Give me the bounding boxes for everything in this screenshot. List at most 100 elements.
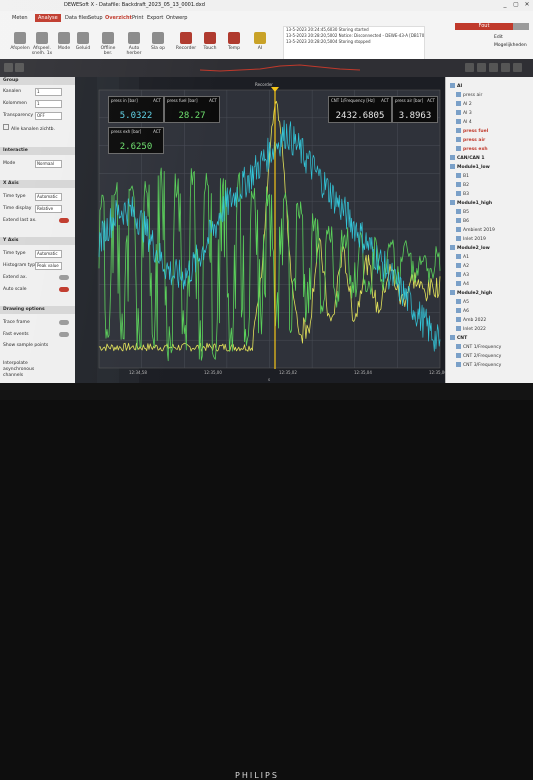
readout-value: 3.8963 <box>398 111 432 121</box>
gear-icon[interactable] <box>513 23 529 30</box>
channel-group[interactable]: Module1_high <box>450 200 526 207</box>
channel-item[interactable]: B6 <box>456 218 532 225</box>
channel-item[interactable]: A3 <box>456 272 532 279</box>
x-extend-toggle[interactable] <box>59 218 69 223</box>
lock-icon[interactable] <box>501 63 510 72</box>
channel-label: CNT 1/Frequency <box>463 345 502 350</box>
x-time-display-select[interactable]: Relative <box>35 205 62 213</box>
play-button[interactable]: Afspelen <box>8 32 32 56</box>
maximize-button[interactable]: ▢ <box>511 1 521 9</box>
channel-group[interactable]: Module2_low <box>450 245 526 252</box>
y-time-type-select[interactable]: Automatic <box>35 250 62 258</box>
readout-press-air[interactable]: press air [bar] ACT 3.8963 <box>392 96 438 123</box>
draw-option-row: Trace frame <box>3 319 73 327</box>
channel-item[interactable]: A4 <box>456 281 532 288</box>
offline-calc-button[interactable]: Offline ber. <box>96 32 120 56</box>
channel-item[interactable]: A2 <box>456 263 532 270</box>
readout-cnt-frequency[interactable]: CNT 1/Frequency [Hz] ACT 2432.6805 <box>328 96 392 123</box>
channel-item[interactable]: A5 <box>456 299 532 306</box>
channel-item[interactable]: Ambient 2019 <box>456 227 532 234</box>
all-channels-checkbox[interactable] <box>3 124 9 130</box>
x-time-type-label: Time type <box>3 194 26 199</box>
channel-group[interactable]: CAN/CAN 1 <box>450 155 526 162</box>
channel-item[interactable]: B2 <box>456 182 532 189</box>
ai-button[interactable]: AI <box>248 32 272 56</box>
channel-item[interactable]: Inlet 2019 <box>456 236 532 243</box>
channel-item[interactable]: B5 <box>456 209 532 216</box>
drawing-options-section-title[interactable]: Drawing options <box>0 306 75 314</box>
readout-press-exh[interactable]: press exh [bar] ACT 2.6250 <box>108 127 164 154</box>
mode-tab-ontwerp[interactable]: Ontwerp <box>166 15 187 21</box>
mode-tab-meten[interactable]: Meten <box>12 15 28 21</box>
zoom-in-icon[interactable] <box>465 63 474 72</box>
sound-button[interactable]: Geluid <box>71 32 95 56</box>
channel-icon <box>456 173 461 178</box>
channel-item[interactable]: CNT 2/Frequency <box>456 353 532 360</box>
mode-tab-analyse[interactable]: Analyse <box>35 14 61 22</box>
channel-item[interactable]: AI 2 <box>456 101 532 108</box>
x-extend-row: Extend last ax. <box>3 217 73 225</box>
interactie-section-title[interactable]: Interactie <box>0 147 75 155</box>
channel-label: A6 <box>463 309 469 314</box>
channel-item[interactable]: Inlet 2022 <box>456 326 532 333</box>
channel-group[interactable]: AI <box>450 83 526 90</box>
channel-item[interactable]: press air <box>456 137 532 144</box>
y-autoscale-toggle[interactable] <box>59 287 69 292</box>
fit-icon[interactable] <box>489 63 498 72</box>
draw-option-toggle[interactable] <box>59 332 69 337</box>
close-button[interactable]: ✕ <box>522 1 532 9</box>
zoom-out-icon[interactable] <box>477 63 486 72</box>
y-extend-toggle[interactable] <box>59 275 69 280</box>
temp-label: Temp <box>228 46 240 51</box>
touch-button[interactable]: Touch <box>198 32 222 56</box>
kanalen-input[interactable]: 1 <box>35 88 62 96</box>
recorder-button[interactable]: Recorder <box>174 32 198 56</box>
channel-item[interactable]: press exh <box>456 146 532 153</box>
mode-tab-export[interactable]: Export <box>147 15 163 21</box>
channel-icon <box>456 110 461 115</box>
channel-item[interactable]: B1 <box>456 173 532 180</box>
mode-tab-setup[interactable]: Setup <box>88 15 103 21</box>
save-button[interactable]: Sla op <box>146 32 170 56</box>
channel-item[interactable]: AI 4 <box>456 119 532 126</box>
readout-press-fuel[interactable]: press fuel [bar] ACT 28.27 <box>164 96 220 123</box>
channel-item[interactable]: press fuel <box>456 128 532 135</box>
channel-item[interactable]: CNT 1/Frequency <box>456 344 532 351</box>
edit-button[interactable]: Edit <box>494 35 503 40</box>
overview-trend[interactable] <box>200 62 360 74</box>
speed-button[interactable]: Afspeel. snelh. 1x <box>30 32 54 56</box>
y-axis-section-title[interactable]: Y Axis <box>0 237 75 245</box>
channel-group[interactable]: CNT <box>450 335 526 342</box>
draw-option-toggle[interactable] <box>59 320 69 325</box>
channel-group[interactable]: Module1_low <box>450 164 526 171</box>
x-time-type-select[interactable]: Automatic <box>35 193 62 201</box>
x-axis-section-title[interactable]: X Axis <box>0 180 75 188</box>
nav-left-icon[interactable] <box>4 63 13 72</box>
settings-icon[interactable] <box>513 63 522 72</box>
nav-right-icon[interactable] <box>15 63 24 72</box>
channel-item[interactable]: CNT 3/Frequency <box>456 362 532 369</box>
options-button[interactable]: Mogelijkheden <box>494 43 527 48</box>
auto-recalc-button[interactable]: Auto herber <box>122 32 146 56</box>
channel-label: Inlet 2019 <box>463 237 486 242</box>
mode-tab-data-files[interactable]: Data files <box>65 15 89 21</box>
readout-press-in[interactable]: press in [bar] ACT 5.0322 <box>108 96 164 123</box>
channel-item[interactable]: press air <box>456 92 532 99</box>
mode-tab-overzicht[interactable]: Overzicht <box>105 15 132 21</box>
transparency-value[interactable]: OFF <box>35 112 62 120</box>
mode-select[interactable]: Normaal <box>35 160 62 168</box>
kolommen-input[interactable]: 1 <box>35 100 62 108</box>
channel-group[interactable]: Module2_high <box>450 290 526 297</box>
temp-button[interactable]: Temp <box>222 32 246 56</box>
fout-button[interactable]: Fout <box>455 23 513 30</box>
minimize-button[interactable]: _ <box>500 1 510 9</box>
channel-item[interactable]: Amb 2022 <box>456 317 532 324</box>
recorder-label: Recorder <box>175 46 197 51</box>
channel-item[interactable]: A6 <box>456 308 532 315</box>
channel-item[interactable]: B3 <box>456 191 532 198</box>
channel-item[interactable]: AI 3 <box>456 110 532 117</box>
channel-label: AI 4 <box>463 120 472 125</box>
mode-tab-print[interactable]: Print <box>132 15 144 21</box>
channel-item[interactable]: A1 <box>456 254 532 261</box>
y-histogram-select[interactable]: Peak value <box>35 262 62 270</box>
